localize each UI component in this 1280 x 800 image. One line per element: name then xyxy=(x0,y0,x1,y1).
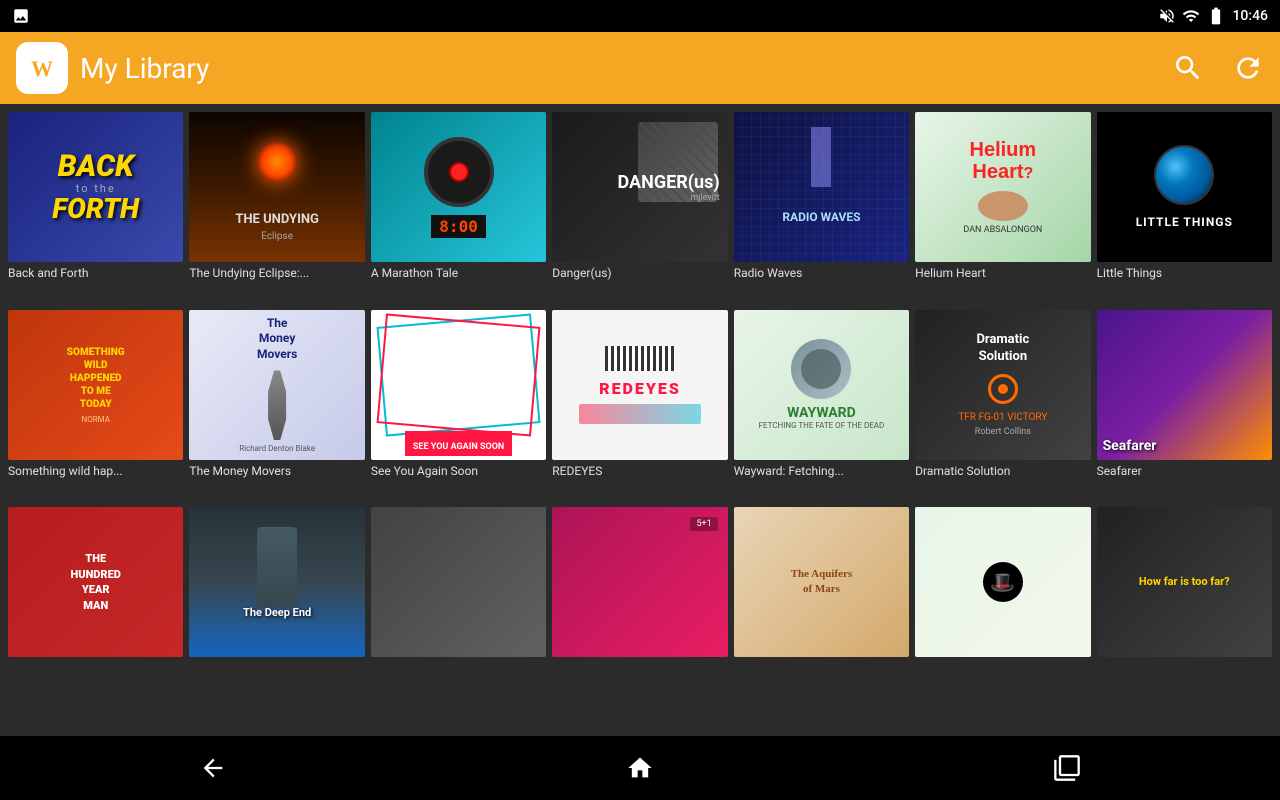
book-title-wayward: Wayward: Fetching... xyxy=(734,464,909,480)
book-item-marathon[interactable]: 8:00 A Marathon Tale xyxy=(371,112,546,282)
page-title: My Library xyxy=(80,52,209,85)
book-title-marathon: A Marathon Tale xyxy=(371,266,546,282)
book-title-something: Something wild hap... xyxy=(8,464,183,480)
book-cover-danger: DANGER(us)mjlevitt xyxy=(552,112,727,262)
status-bar: 10:46 xyxy=(0,0,1280,32)
recent-apps-icon xyxy=(1053,754,1081,782)
book-title-back-forth: Back and Forth xyxy=(8,266,183,282)
wifi-icon xyxy=(1182,7,1200,25)
book-cover-helium: HeliumHeart?DAN ABSALONGON xyxy=(915,112,1090,262)
book-item-money[interactable]: TheMoneyMoversRichard Denton Blake The Mo… xyxy=(189,310,364,480)
book-title-radio: Radio Waves xyxy=(734,266,909,282)
book-item-redeyes[interactable]: REDEYES REDEYES xyxy=(552,310,727,480)
book-item-pink[interactable]: 5+1 xyxy=(552,507,727,657)
app-logo: W xyxy=(16,42,68,94)
book-cover-hundred: THEHUNDREDYEARMAN xyxy=(8,507,183,657)
book-item-monopoly[interactable]: 🎩 xyxy=(915,507,1090,657)
book-item-something[interactable]: SOMETHINGWILDHAPPENEDTO METODAYNORMA Some… xyxy=(8,310,183,480)
svg-text:W: W xyxy=(31,56,53,81)
back-button[interactable] xyxy=(173,744,253,792)
recent-apps-button[interactable] xyxy=(1027,744,1107,792)
book-item-back-forth[interactable]: BACKto theFORTH Back and Forth xyxy=(8,112,183,282)
book-cover-dramatic: DramaticSolutionTFR FG-01 VICTORYRobert … xyxy=(915,310,1090,460)
book-title-helium: Helium Heart xyxy=(915,266,1090,282)
book-cover-howfar: How far is too far? xyxy=(1097,507,1272,657)
book-cover-redeyes: REDEYES xyxy=(552,310,727,460)
book-item-undying[interactable]: THE UNDYINGEclipse The Undying Eclipse:..… xyxy=(189,112,364,282)
books-row-2: SOMETHINGWILDHAPPENEDTO METODAYNORMA Some… xyxy=(8,310,1272,480)
book-title-seeyou: See You Again Soon xyxy=(371,464,546,480)
book-item-howfar[interactable]: How far is too far? xyxy=(1097,507,1272,657)
refresh-icon xyxy=(1232,52,1264,84)
book-title-dramatic: Dramatic Solution xyxy=(915,464,1090,480)
book-cover-monopoly: 🎩 xyxy=(915,507,1090,657)
book-cover-seeyou: SEE YOU AGAIN SOON xyxy=(371,310,546,460)
book-cover-deepend: The Deep End xyxy=(189,507,364,657)
book-item-radio[interactable]: RADIO WAVES Radio Waves xyxy=(734,112,909,282)
books-row-1: BACKto theFORTH Back and Forth THE UNDYING… xyxy=(8,112,1272,282)
nav-bar xyxy=(0,736,1280,800)
book-cover-seafarer: Seafarer xyxy=(1097,310,1272,460)
clock: 10:46 xyxy=(1232,8,1268,24)
book-item-dramatic[interactable]: DramaticSolutionTFR FG-01 VICTORYRobert … xyxy=(915,310,1090,480)
book-title-danger: Danger(us) xyxy=(552,266,727,282)
refresh-button[interactable] xyxy=(1232,52,1264,84)
search-button[interactable] xyxy=(1172,52,1204,84)
book-cover-little: LITTLE THINGS xyxy=(1097,112,1272,262)
search-icon xyxy=(1172,52,1204,84)
book-title-undying: The Undying Eclipse:... xyxy=(189,266,364,282)
library-grid: BACKto theFORTH Back and Forth THE UNDYING… xyxy=(0,104,1280,736)
books-row-3: THEHUNDREDYEARMANThe Deep End 5+1The Aqui… xyxy=(8,507,1272,657)
book-item-seeyou[interactable]: SEE YOU AGAIN SOON See You Again Soon xyxy=(371,310,546,480)
mute-icon xyxy=(1158,7,1176,25)
book-cover-something: SOMETHINGWILDHAPPENEDTO METODAYNORMA xyxy=(8,310,183,460)
book-cover-grey xyxy=(371,507,546,657)
battery-icon xyxy=(1206,6,1226,26)
book-cover-undying: THE UNDYINGEclipse xyxy=(189,112,364,262)
book-item-helium[interactable]: HeliumHeart?DAN ABSALONGON Helium Heart xyxy=(915,112,1090,282)
book-cover-radio: RADIO WAVES xyxy=(734,112,909,262)
book-item-seafarer[interactable]: Seafarer Seafarer xyxy=(1097,310,1272,480)
book-cover-pink: 5+1 xyxy=(552,507,727,657)
toolbar: W My Library xyxy=(0,32,1280,104)
book-cover-back-forth: BACKto theFORTH xyxy=(8,112,183,262)
book-item-grey[interactable] xyxy=(371,507,546,657)
book-cover-wayward: WAYWARDFETCHING THE FATE OF THE DEAD xyxy=(734,310,909,460)
book-title-little: Little Things xyxy=(1097,266,1272,282)
photo-icon xyxy=(12,7,30,25)
book-item-aquifers[interactable]: The Aquifersof Mars xyxy=(734,507,909,657)
book-item-little[interactable]: LITTLE THINGS Little Things xyxy=(1097,112,1272,282)
book-cover-aquifers: The Aquifersof Mars xyxy=(734,507,909,657)
book-item-danger[interactable]: DANGER(us)mjlevitt Danger(us) xyxy=(552,112,727,282)
home-button[interactable] xyxy=(600,744,680,792)
book-item-hundred[interactable]: THEHUNDREDYEARMAN xyxy=(8,507,183,657)
back-icon xyxy=(199,754,227,782)
book-title-money: The Money Movers xyxy=(189,464,364,480)
book-item-deepend[interactable]: The Deep End xyxy=(189,507,364,657)
book-cover-money: TheMoneyMoversRichard Denton Blake xyxy=(189,310,364,460)
book-cover-marathon: 8:00 xyxy=(371,112,546,262)
book-item-wayward[interactable]: WAYWARDFETCHING THE FATE OF THE DEAD Wayw… xyxy=(734,310,909,480)
status-right: 10:46 xyxy=(1158,6,1268,26)
home-icon xyxy=(626,754,654,782)
book-title-redeyes: REDEYES xyxy=(552,464,727,480)
book-title-seafarer: Seafarer xyxy=(1097,464,1272,480)
